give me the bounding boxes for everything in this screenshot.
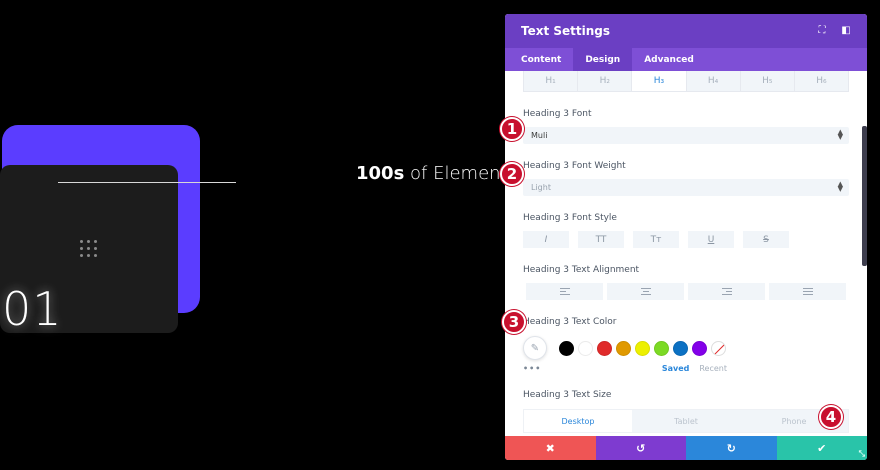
heading-level-tabs: H₁ H₂ H₃ H₄ H₅ H₆	[523, 71, 849, 92]
marker-1: 1	[500, 117, 524, 141]
font-weight-select[interactable]: Light ▲ ▼	[523, 179, 849, 196]
save-check-icon: ✔	[817, 441, 827, 455]
heading-tab-h3[interactable]: H₃	[632, 71, 687, 91]
headline-bold: 100s	[356, 163, 405, 184]
resize-handle-icon[interactable]: ⤡	[859, 449, 865, 459]
text-color-label: Heading 3 Text Color	[523, 317, 617, 327]
heading-tab-h1[interactable]: H₁	[524, 71, 579, 91]
swatch-none-icon[interactable]	[711, 340, 726, 356]
tab-advanced[interactable]: Advanced	[632, 48, 706, 71]
undo-button[interactable]: ↺	[595, 436, 686, 460]
font-weight-value: Light	[531, 183, 551, 192]
modal-header: Text Settings ⛶ ◧	[505, 14, 867, 48]
palette-saved-tab[interactable]: Saved	[662, 364, 690, 373]
preview-divider-line	[58, 182, 236, 183]
tab-design[interactable]: Design	[573, 48, 633, 71]
grid-dots-icon	[80, 240, 98, 258]
cancel-button[interactable]: ✖	[505, 436, 596, 460]
redo-button[interactable]: ↻	[686, 436, 777, 460]
capitalize-button[interactable]: Tт	[633, 231, 679, 248]
preview-headline: 100s of Elements	[356, 163, 517, 184]
heading-tab-h4[interactable]: H₄	[686, 71, 741, 91]
modal-title: Text Settings	[521, 24, 611, 38]
settings-body: H₁ H₂ H₃ H₄ H₅ H₆ Heading 3 Font Muli ▲ ▼…	[505, 71, 867, 436]
swatch-white[interactable]	[578, 340, 593, 356]
more-options-icon[interactable]: •••	[523, 364, 541, 373]
split-view-icon[interactable]: ◧	[841, 26, 851, 36]
color-swatch-row: ✎	[523, 336, 849, 360]
text-alignment-label: Heading 3 Text Alignment	[523, 265, 640, 275]
palette-recent-tab[interactable]: Recent	[699, 364, 727, 373]
uppercase-button[interactable]: TT	[578, 231, 624, 248]
font-select[interactable]: Muli ▲ ▼	[523, 127, 849, 144]
underline-button[interactable]: U	[688, 231, 734, 248]
font-weight-label: Heading 3 Font Weight	[523, 161, 626, 171]
swatch-yellow[interactable]	[635, 340, 650, 356]
device-tabs: Desktop Tablet Phone	[523, 409, 849, 433]
align-right-button[interactable]	[688, 283, 765, 300]
heading-tab-h6[interactable]: H₆	[794, 71, 849, 91]
marker-2: 2	[500, 162, 524, 186]
swatch-black[interactable]	[559, 340, 574, 356]
text-settings-modal: Text Settings ⛶ ◧ Content Design Advance…	[505, 14, 867, 460]
swatch-purple[interactable]	[692, 340, 707, 356]
select-arrows-icon: ▲ ▼	[837, 180, 843, 193]
align-center-button[interactable]	[607, 283, 684, 300]
settings-scrollbar[interactable]	[862, 126, 867, 266]
device-tab-desktop[interactable]: Desktop	[524, 410, 632, 432]
tab-content[interactable]: Content	[509, 48, 573, 71]
save-button[interactable]: ✔ ⤡	[776, 436, 867, 460]
fullscreen-icon[interactable]: ⛶	[817, 26, 827, 36]
modal-tabs: Content Design Advanced	[505, 48, 867, 71]
alignment-buttons	[523, 283, 849, 300]
modal-footer: ✖ ↺ ↻ ✔ ⤡	[505, 436, 867, 460]
marker-3: 3	[502, 310, 526, 334]
strikethrough-button[interactable]: S	[743, 231, 789, 248]
select-arrows-icon: ▲ ▼	[837, 128, 843, 141]
eyedropper-icon[interactable]: ✎	[523, 336, 547, 360]
font-select-value: Muli	[531, 131, 548, 140]
marker-4: 4	[819, 405, 843, 429]
align-left-icon	[559, 288, 570, 295]
swatch-orange[interactable]	[616, 340, 631, 356]
italic-button[interactable]: I	[523, 231, 569, 248]
device-tab-tablet[interactable]: Tablet	[632, 410, 740, 432]
font-label: Heading 3 Font	[523, 109, 592, 119]
heading-tab-h5[interactable]: H₅	[740, 71, 795, 91]
heading-tab-h2[interactable]: H₂	[578, 71, 633, 91]
align-right-icon	[721, 288, 732, 295]
swatch-blue[interactable]	[673, 340, 688, 356]
text-size-label: Heading 3 Text Size	[523, 390, 612, 400]
align-justify-button[interactable]	[769, 283, 846, 300]
font-style-label: Heading 3 Font Style	[523, 213, 617, 223]
swatch-green[interactable]	[654, 340, 669, 356]
preview-number: 01	[2, 282, 63, 336]
align-left-button[interactable]	[526, 283, 603, 300]
align-justify-icon	[802, 288, 813, 295]
swatch-red[interactable]	[597, 340, 612, 356]
align-center-icon	[640, 288, 651, 295]
palette-tabs: ••• Saved Recent	[523, 364, 849, 373]
font-style-buttons: I TT Tт U S	[523, 231, 849, 248]
